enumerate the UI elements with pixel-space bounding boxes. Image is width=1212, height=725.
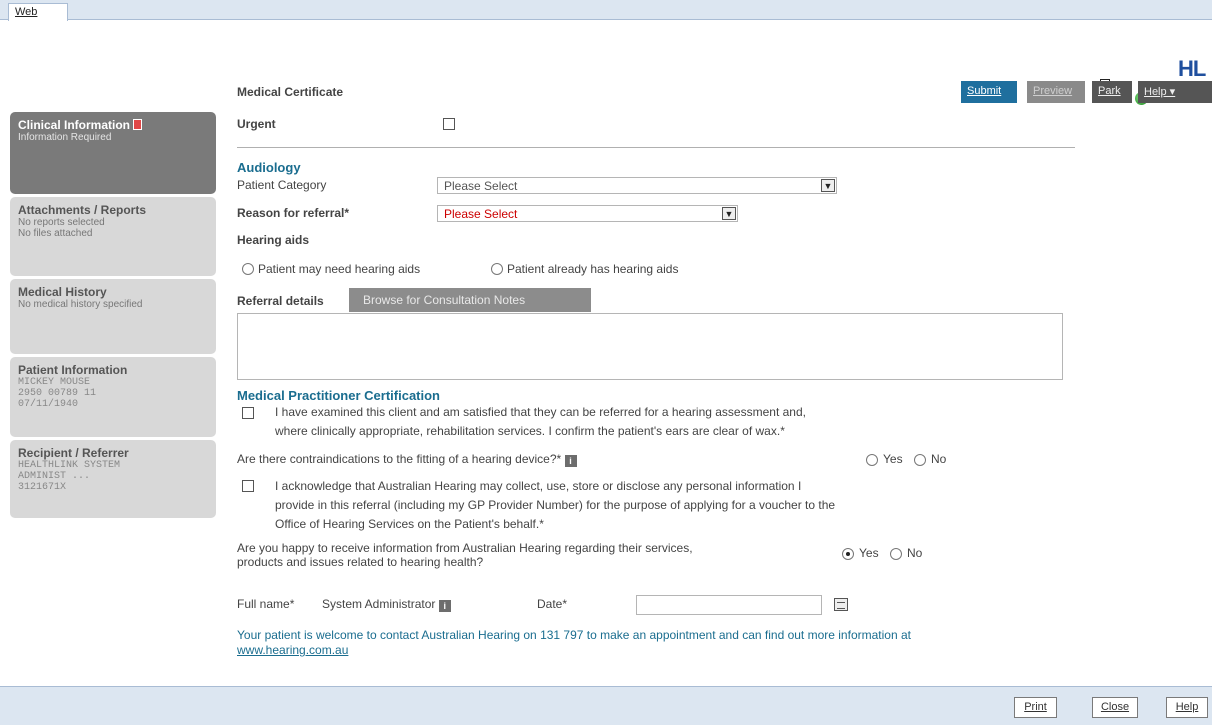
contraindications-yes-radio[interactable] bbox=[866, 454, 878, 466]
referral-details-textarea[interactable] bbox=[237, 313, 1063, 380]
certification-heading: Medical Practitioner Certification bbox=[237, 388, 440, 403]
help-menu-button[interactable]: Help ▾ bbox=[1138, 81, 1212, 103]
sidebar-item-medical-history[interactable]: Medical History No medical history speci… bbox=[10, 279, 216, 354]
top-tab-bar: Web bbox=[0, 0, 1212, 21]
info-icon[interactable]: i bbox=[564, 455, 577, 467]
examined-client-checkbox[interactable] bbox=[242, 407, 254, 419]
close-button[interactable]: Close bbox=[1092, 697, 1138, 718]
receive-info-yes-radio[interactable] bbox=[842, 548, 854, 560]
contraindications-yes-label: Yes bbox=[883, 452, 903, 466]
urgent-checkbox[interactable] bbox=[443, 118, 455, 130]
print-button[interactable]: Print bbox=[1014, 697, 1057, 718]
contraindications-no-radio[interactable] bbox=[914, 454, 926, 466]
browse-consultation-notes-button[interactable]: Browse for Consultation Notes bbox=[349, 288, 591, 312]
submit-button[interactable]: Submit bbox=[961, 81, 1017, 103]
receive-info-no-label: No bbox=[907, 546, 923, 560]
hearing-aid-may-need-radio[interactable] bbox=[242, 263, 254, 275]
full-name-label: Full name* bbox=[237, 597, 295, 611]
cert-text-line-1: I have examined this client and am satis… bbox=[275, 405, 806, 419]
hearing-aids-label: Hearing aids bbox=[237, 233, 310, 247]
patient-category-select[interactable]: Please Select ▼ bbox=[437, 177, 837, 194]
receive-info-no-radio[interactable] bbox=[890, 548, 902, 560]
patient-category-label: Patient Category bbox=[237, 178, 327, 192]
contact-info-note: Your patient is welcome to contact Austr… bbox=[237, 628, 911, 657]
preview-button[interactable]: Preview bbox=[1027, 81, 1085, 103]
ack-text-line-3: Office of Hearing Services on the Patien… bbox=[275, 517, 544, 531]
acknowledge-checkbox[interactable] bbox=[242, 480, 254, 492]
sidebar-item-clinical-information[interactable]: Clinical Information Information Require… bbox=[10, 112, 216, 194]
full-name-value: System Administrator i bbox=[322, 597, 451, 612]
hearing-aid-already-has-radio[interactable] bbox=[491, 263, 503, 275]
date-input[interactable] bbox=[636, 595, 822, 615]
sidebar-item-recipient-referrer[interactable]: Recipient / Referrer HEALTHLINK SYSTEM A… bbox=[10, 440, 216, 518]
page-title: Medical Certificate bbox=[237, 85, 344, 99]
receive-info-line-2: products and issues related to hearing h… bbox=[237, 555, 484, 569]
contraindications-question: Are there contraindications to the fitti… bbox=[237, 452, 577, 467]
urgent-label: Urgent bbox=[237, 117, 276, 131]
help-button[interactable]: Help bbox=[1166, 697, 1208, 718]
referral-details-label: Referral details bbox=[237, 294, 324, 308]
ack-text-line-2: provide in this referral (including my G… bbox=[275, 498, 836, 512]
sidebar-clinical-status: Information Required bbox=[18, 132, 112, 143]
required-flag-icon bbox=[133, 119, 143, 130]
ack-text-line-1: I acknowledge that Australian Hearing ma… bbox=[275, 479, 802, 493]
receive-info-yes-label: Yes bbox=[859, 546, 879, 560]
chevron-down-icon: ▼ bbox=[722, 207, 736, 220]
park-button[interactable]: Park bbox=[1092, 81, 1132, 103]
healthlink-logo: HL bbox=[1178, 56, 1206, 81]
reason-for-referral-label: Reason for referral* bbox=[237, 206, 350, 220]
audiology-heading: Audiology bbox=[237, 160, 301, 175]
hearing-aid-already-has-label: Patient already has hearing aids bbox=[507, 262, 679, 276]
calendar-icon[interactable] bbox=[834, 598, 848, 611]
chevron-down-icon: ▼ bbox=[821, 179, 835, 192]
cert-text-line-2: where clinically appropriate, rehabilita… bbox=[275, 424, 785, 438]
hearing-aid-may-need-label: Patient may need hearing aids bbox=[258, 262, 421, 276]
sidebar-item-patient-information[interactable]: Patient Information MICKEY MOUSE 2950 00… bbox=[10, 357, 216, 437]
contraindications-no-label: No bbox=[931, 452, 947, 466]
divider bbox=[237, 147, 1075, 148]
info-icon[interactable]: i bbox=[438, 600, 451, 612]
tab-web[interactable]: Web bbox=[8, 3, 68, 21]
date-label: Date* bbox=[537, 597, 568, 611]
hearing-website-link[interactable]: www.hearing.com.au bbox=[237, 643, 348, 657]
reason-for-referral-select[interactable]: Please Select ▼ bbox=[437, 205, 738, 222]
receive-info-line-1: Are you happy to receive information fro… bbox=[237, 541, 693, 555]
sidebar-item-attachments-reports[interactable]: Attachments / Reports No reports selecte… bbox=[10, 197, 216, 276]
